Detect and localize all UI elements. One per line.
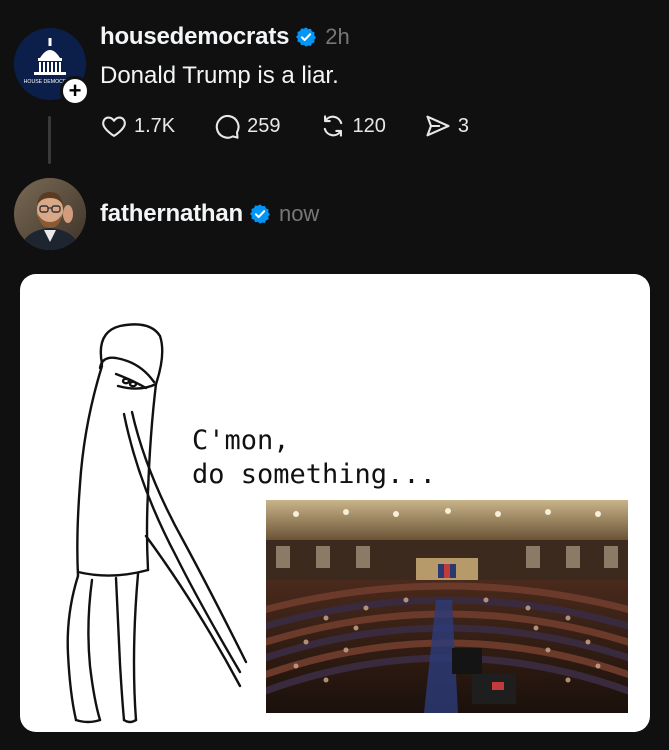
follow-plus-icon[interactable]: + bbox=[60, 76, 90, 106]
meme-caption-line2: do something... bbox=[192, 459, 436, 490]
repost-count: 120 bbox=[352, 114, 386, 137]
reply-button[interactable]: 259 bbox=[213, 112, 281, 140]
verified-badge-icon bbox=[296, 27, 317, 47]
post1-username[interactable]: housedemocrats bbox=[100, 23, 289, 51]
post2-media-image[interactable]: C'mon, do something... bbox=[20, 274, 650, 732]
post1-header: housedemocrats 2h bbox=[100, 23, 350, 51]
send-icon bbox=[426, 115, 450, 137]
reply-count: 259 bbox=[247, 114, 281, 137]
meme-caption: C'mon, do something... bbox=[192, 424, 436, 492]
share-button[interactable]: 3 bbox=[424, 112, 469, 140]
post2-header: fathernathan now bbox=[100, 200, 319, 228]
post2-username[interactable]: fathernathan bbox=[100, 200, 243, 228]
post1-text: Donald Trump is a liar. bbox=[100, 62, 339, 89]
thread-connector-line bbox=[48, 116, 51, 164]
repost-button[interactable]: 120 bbox=[319, 112, 386, 140]
congress-chamber-image bbox=[266, 500, 628, 713]
heart-icon bbox=[102, 116, 126, 137]
verified-badge-icon bbox=[249, 204, 270, 224]
house-chamber-photo bbox=[266, 500, 628, 713]
meme-caption-line1: C'mon, bbox=[192, 425, 290, 456]
comment-icon bbox=[215, 115, 240, 139]
stick-figure-drawing bbox=[66, 323, 248, 724]
post1-actions: 1.7K 259 120 3 bbox=[100, 112, 507, 140]
like-button[interactable]: 1.7K bbox=[100, 112, 175, 140]
share-count: 3 bbox=[457, 114, 470, 137]
repost-icon bbox=[323, 115, 342, 137]
post1-timestamp: 2h bbox=[325, 24, 350, 49]
profile-photo-icon bbox=[14, 178, 86, 250]
like-count: 1.7K bbox=[134, 114, 176, 137]
avatar-fathernathan[interactable] bbox=[14, 178, 86, 250]
post2-timestamp: now bbox=[278, 201, 320, 226]
